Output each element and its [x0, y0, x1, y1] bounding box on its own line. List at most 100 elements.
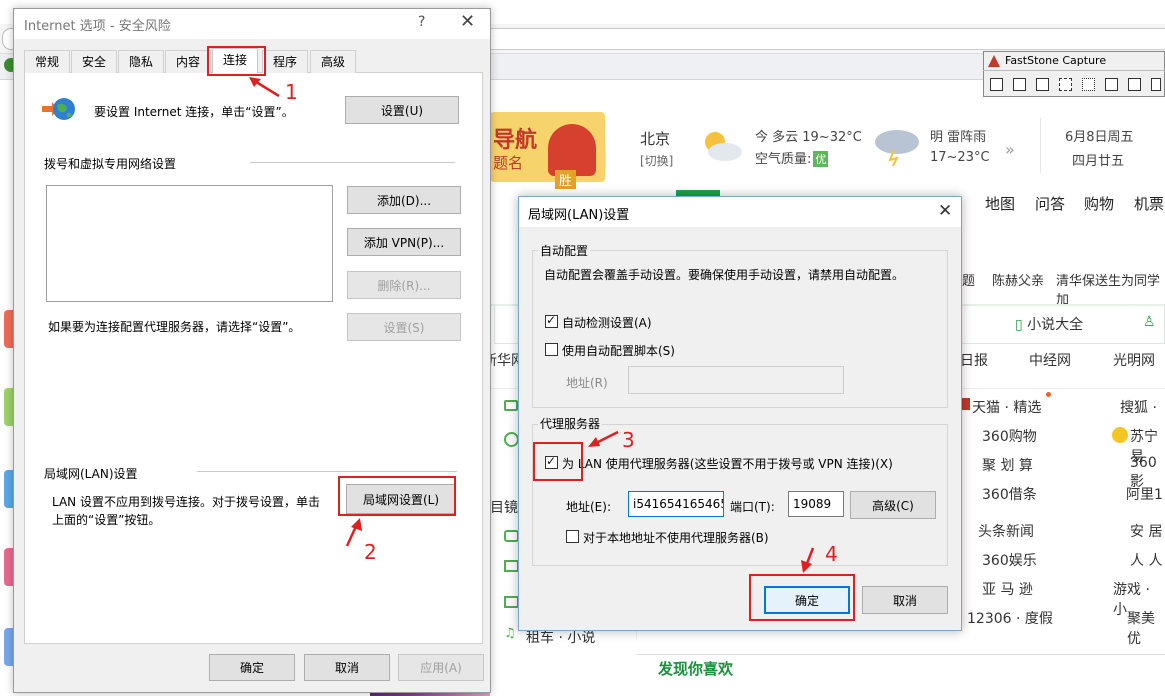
auto-config-description: 自动配置会覆盖手动设置。要确保使用手动设置，请禁用自动配置。: [544, 268, 905, 282]
script-address-input[interactable]: [628, 366, 844, 394]
book-icon: ▯: [1015, 317, 1028, 333]
capture-freehand-icon[interactable]: [1082, 78, 1095, 91]
proxy-hint: 如果要为连接配置代理服务器，请选择“设置”。: [48, 320, 301, 334]
bypass-local-checkbox[interactable]: [566, 530, 579, 543]
weather-more-icon[interactable]: »: [1005, 140, 1015, 159]
capture-scroll-icon[interactable]: [1128, 78, 1141, 91]
connection-settings-button[interactable]: 设置(S): [347, 313, 461, 341]
link-item[interactable]: 12306 · 度假: [967, 608, 1053, 628]
media-link[interactable]: 光明网: [1113, 350, 1155, 370]
hot-search-fragment[interactable]: 题: [962, 270, 975, 289]
lan-cancel-button[interactable]: 取消: [862, 586, 948, 614]
hat-icon: [504, 560, 519, 572]
apply-button[interactable]: 应用(A): [398, 654, 484, 681]
annotation-arrow-1: [249, 77, 280, 98]
capture-fullscreen-icon[interactable]: [1105, 78, 1118, 91]
weather-today: 今 多云 19~32°C: [755, 130, 862, 145]
tab-security[interactable]: 安全: [71, 50, 118, 73]
site-logo-text: 导航: [493, 128, 538, 153]
bypass-local-label[interactable]: 对于本地地址不使用代理服务器(B): [583, 529, 769, 546]
add-connection-button[interactable]: 添加(D)...: [347, 186, 461, 214]
tab-general[interactable]: 常规: [24, 50, 71, 73]
dialog-title: Internet 选项 - 安全风险: [24, 19, 171, 34]
nav-shopping[interactable]: 购物: [1084, 193, 1114, 214]
tab-programs[interactable]: 程序: [262, 50, 309, 73]
faststone-divider: [983, 70, 1165, 71]
add-vpn-button[interactable]: 添加 VPN(P)...: [347, 228, 461, 256]
new-dot: [1046, 392, 1051, 397]
hot-search-item[interactable]: 陈赫父亲: [992, 270, 1044, 289]
group-divider: [250, 162, 455, 163]
tab-content[interactable]: 内容: [165, 50, 212, 73]
auto-script-checkbox[interactable]: [545, 343, 558, 356]
browser-address-bar[interactable]: [490, 28, 1165, 50]
logo-badge: 胜: [555, 170, 577, 189]
tab-privacy[interactable]: 隐私: [118, 50, 165, 73]
game-icon: [504, 530, 519, 542]
nav-map[interactable]: 地图: [985, 193, 1015, 214]
weather-city[interactable]: 北京: [640, 128, 670, 149]
help-button[interactable]: ?: [418, 14, 425, 30]
internet-globe-icon: [42, 98, 75, 120]
link-item[interactable]: 亚 马 逊: [982, 579, 1033, 599]
proxy-address-input[interactable]: i541654165465: [628, 491, 724, 517]
weather-tomorrow-temp: 17~23°C: [930, 150, 990, 165]
weather-switch-link[interactable]: [切换]: [640, 152, 673, 169]
auto-detect-checkbox[interactable]: [545, 313, 558, 328]
lan-settings-heading: 局域网(LAN)设置: [44, 467, 138, 481]
ok-button[interactable]: 确定: [209, 654, 295, 681]
capture-object-icon[interactable]: [1036, 78, 1049, 91]
faststone-title: FastStone Capture: [1005, 54, 1107, 67]
novel-tab[interactable]: ▯ 小说大全: [1015, 314, 1083, 334]
link-item[interactable]: 360购物: [982, 426, 1037, 446]
script-address-label: 地址(R): [566, 376, 608, 390]
nav-flights[interactable]: 机票: [1134, 193, 1164, 214]
date-lunar: 四月廿五: [1072, 154, 1125, 169]
music-icon: ♫: [504, 626, 516, 641]
tab-advanced[interactable]: 高级: [310, 50, 357, 73]
media-link[interactable]: 中经网: [1029, 350, 1071, 370]
link-item[interactable]: 聚 划 算: [982, 455, 1033, 475]
link-item[interactable]: 人 人: [1130, 550, 1162, 570]
air-quality: 空气质量: 优: [755, 151, 829, 167]
link-item[interactable]: 搜狐 ·: [1120, 397, 1157, 417]
lan-dialog-title: 局域网(LAN)设置: [528, 208, 630, 223]
hot-search-item[interactable]: 清华保送生为同学加: [1056, 270, 1165, 308]
capture-fixed-icon[interactable]: [1151, 78, 1161, 91]
link-item[interactable]: 360娱乐: [982, 550, 1037, 570]
circle-icon: [504, 432, 519, 447]
use-proxy-label[interactable]: 为 LAN 使用代理服务器(这些设置不用于拨号或 VPN 连接)(X): [562, 455, 893, 472]
open-icon[interactable]: [990, 78, 1003, 91]
advanced-proxy-button[interactable]: 高级(C): [850, 491, 936, 519]
capture-region-icon[interactable]: [1059, 78, 1072, 91]
link-item[interactable]: 头条新闻: [978, 521, 1034, 541]
media-link[interactable]: 日报: [960, 350, 988, 370]
nav-qa[interactable]: 问答: [1035, 193, 1065, 214]
annotation-arrow-4: [801, 547, 815, 573]
auto-script-label[interactable]: 使用自动配置脚本(S): [562, 342, 675, 359]
link-item[interactable]: 天猫 · 精选: [972, 397, 1041, 417]
connections-listbox[interactable]: [46, 185, 333, 302]
remove-button[interactable]: 删除(R)...: [347, 271, 461, 299]
annotation-arrow-3: [588, 430, 619, 447]
aqi-badge: 优: [813, 151, 829, 167]
date-solar: 6月8日周五: [1065, 130, 1134, 145]
partly-cloudy-icon: [705, 132, 742, 161]
auto-detect-label[interactable]: 自动检测设置(A): [562, 314, 652, 331]
lan-close-icon[interactable]: ✕: [938, 201, 952, 221]
link-item[interactable]: 阿里1: [1126, 484, 1163, 504]
proxy-port-label: 端口(T):: [730, 500, 775, 514]
link-item[interactable]: 360借条: [982, 484, 1037, 504]
group-divider: [197, 471, 457, 472]
link-item[interactable]: 安 居: [1130, 521, 1162, 541]
auto-config-legend: 自动配置: [538, 242, 591, 259]
cancel-button[interactable]: 取消: [304, 654, 390, 681]
header-divider: [1040, 118, 1041, 173]
link-item[interactable]: 聚美优: [1127, 608, 1165, 648]
setup-instruction: 要设置 Internet 连接，单击“设置”。: [94, 105, 294, 119]
annotation-box-lan-button: [338, 476, 456, 516]
capture-window-icon[interactable]: [1013, 78, 1026, 91]
setup-button[interactable]: 设置(U): [345, 96, 459, 124]
proxy-port-input[interactable]: 19089: [788, 491, 844, 517]
close-icon[interactable]: ✕: [460, 11, 475, 32]
